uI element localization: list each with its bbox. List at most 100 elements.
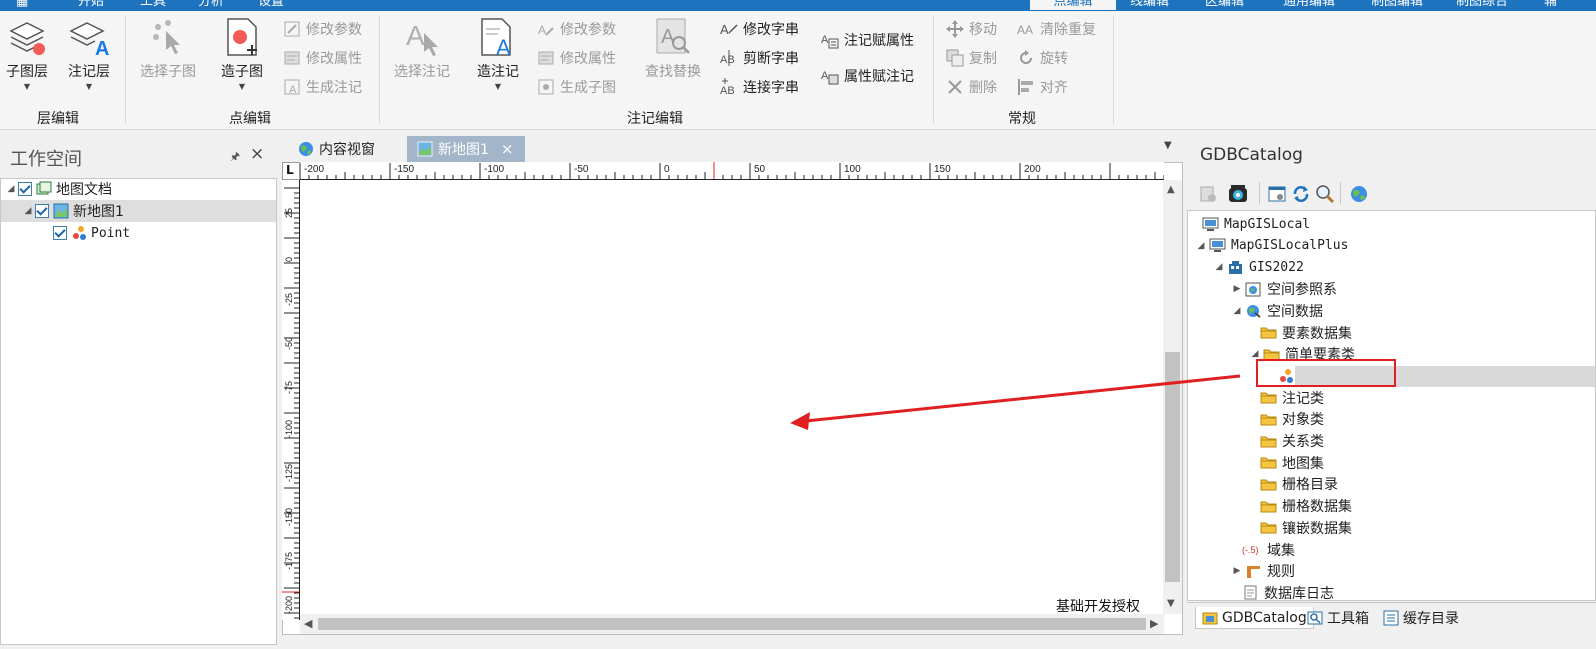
join-string-button[interactable]: AB 连接字串 bbox=[720, 76, 799, 98]
server-icon[interactable] bbox=[1227, 183, 1249, 209]
select-sub-button[interactable]: 选择子图 bbox=[136, 17, 200, 81]
ruler-tick-label: -75 bbox=[284, 381, 294, 394]
new-annotation-icon: A bbox=[481, 18, 511, 57]
checkbox-map-document[interactable] bbox=[18, 182, 32, 196]
tab-close-icon[interactable]: × bbox=[501, 140, 514, 158]
map-view[interactable] bbox=[282, 162, 1183, 635]
gdb-node-database-log[interactable]: 数据库日志 bbox=[1242, 583, 1334, 601]
bottom-tab-gdbcatalog[interactable]: GDBCatalog bbox=[1195, 607, 1314, 629]
gdb-node-annotation-classes[interactable]: 注记类 bbox=[1260, 388, 1324, 408]
collapsed-arrow-icon[interactable]: ▶ bbox=[1232, 284, 1242, 294]
spatial-reference-icon bbox=[1245, 282, 1262, 297]
scroll-right-icon[interactable]: ▶ bbox=[1150, 617, 1158, 630]
checkbox-new-map[interactable] bbox=[35, 204, 49, 218]
database-connect-icon[interactable] bbox=[1198, 184, 1218, 208]
gdb-node-gis2022[interactable]: ◢ GIS2022 bbox=[1214, 257, 1304, 277]
gdb-node-mapgis-local-plus[interactable]: ◢ MapGISLocalPlus bbox=[1196, 236, 1349, 256]
tab-content-view[interactable]: 内容视窗 bbox=[288, 136, 385, 162]
menu-tab-aux[interactable]: 辅 bbox=[1544, 0, 1557, 10]
gdb-node-feature-datasets[interactable]: 要素数据集 bbox=[1260, 323, 1352, 343]
menu-tab-cartography-edit[interactable]: 制图编辑 bbox=[1371, 0, 1423, 10]
gdb-node-spatial-data[interactable]: ◢ 空间数据 bbox=[1232, 301, 1323, 321]
modify-attrs-button-2[interactable]: 修改属性 bbox=[537, 47, 616, 69]
expand-arrow-icon[interactable]: ◢ bbox=[6, 184, 16, 194]
horizontal-scroll-thumb[interactable] bbox=[318, 618, 1146, 630]
gdb-node-rules[interactable]: ▶ 规则 bbox=[1232, 561, 1295, 581]
modify-string-button[interactable]: A 修改字串 bbox=[720, 18, 799, 40]
properties-icon[interactable] bbox=[1267, 184, 1287, 208]
app-menu-icon[interactable]: ▦ bbox=[16, 0, 28, 10]
gdb-node-label: 数据库日志 bbox=[1264, 585, 1334, 601]
tab-new-map[interactable]: 新地图1 × bbox=[407, 136, 525, 162]
gdb-node-domain-sets[interactable]: (-.5) 域集 bbox=[1242, 540, 1295, 560]
modify-params-button-1[interactable]: 修改参数 bbox=[283, 18, 362, 40]
tree-node-point-layer[interactable]: Point bbox=[53, 223, 130, 243]
map-vertical-scrollbar[interactable]: ▲ ▼ bbox=[1163, 180, 1182, 614]
bottom-tab-cache-catalog[interactable]: 缓存目录 bbox=[1383, 607, 1459, 629]
find-replace-button[interactable]: A 查找替换 bbox=[641, 17, 705, 81]
menu-tab-line-edit[interactable]: 线编辑 bbox=[1130, 0, 1169, 10]
bottom-tab-toolbox[interactable]: 工具箱 bbox=[1307, 607, 1369, 629]
layers-icon bbox=[9, 22, 45, 55]
expanded-arrow-icon[interactable]: ◢ bbox=[1232, 306, 1242, 316]
annotation-to-attr-icon: A bbox=[821, 31, 839, 49]
workspace-close-icon[interactable]: × bbox=[250, 144, 264, 164]
map-horizontal-scrollbar[interactable]: ◀ ▶ bbox=[300, 614, 1164, 634]
menu-tab-tools[interactable]: 工具 bbox=[140, 0, 166, 10]
annotation-to-attr-button[interactable]: A 注记赋属性 bbox=[821, 29, 914, 51]
menu-tab-general-edit[interactable]: 通用编辑 bbox=[1283, 0, 1335, 10]
create-annotation-button[interactable]: A 造注记 ▼ bbox=[473, 17, 523, 91]
scroll-down-icon[interactable]: ▼ bbox=[1167, 598, 1175, 609]
menu-tab-area-edit[interactable]: 区编辑 bbox=[1205, 0, 1244, 10]
refresh-icon[interactable] bbox=[1291, 184, 1311, 208]
gdb-node-spatial-reference[interactable]: ▶ 空间参照系 bbox=[1232, 279, 1337, 299]
create-sub-button[interactable]: 造子图 ▼ bbox=[216, 17, 268, 91]
globe-icon[interactable] bbox=[1349, 184, 1369, 208]
gdb-node-raster-datasets[interactable]: 栅格数据集 bbox=[1260, 496, 1352, 516]
pin-icon[interactable]: 🖈 bbox=[230, 148, 240, 167]
expanded-arrow-icon[interactable]: ◢ bbox=[1250, 349, 1260, 359]
sub-layer-button[interactable]: 子图层 ▼ bbox=[4, 17, 50, 91]
gdb-node-mapgis-local[interactable]: MapGISLocal bbox=[1202, 214, 1310, 234]
gdb-node-raster-catalogs[interactable]: 栅格目录 bbox=[1260, 474, 1338, 494]
align-button[interactable]: 对齐 bbox=[1017, 76, 1068, 98]
modify-attrs-button-1[interactable]: 修改属性 bbox=[283, 47, 362, 69]
gen-annotation-button[interactable]: A 生成注记 bbox=[283, 76, 362, 98]
menu-tab-start[interactable]: 开始 bbox=[78, 0, 104, 10]
move-button[interactable]: 移动 bbox=[946, 18, 997, 40]
tree-node-map-document[interactable]: ◢ 地图文档 bbox=[6, 179, 112, 199]
annotation-layer-button[interactable]: A 注记层 ▼ bbox=[64, 17, 114, 91]
rotate-button[interactable]: 旋转 bbox=[1017, 47, 1068, 69]
search-icon[interactable] bbox=[1315, 184, 1335, 208]
select-annotation-button[interactable]: A 选择注记 bbox=[390, 17, 454, 81]
expanded-arrow-icon[interactable]: ◢ bbox=[1214, 262, 1224, 272]
checkbox-point-layer[interactable] bbox=[53, 226, 67, 240]
gdb-node-map-sets[interactable]: 地图集 bbox=[1260, 453, 1324, 473]
expand-arrow-icon[interactable]: ◢ bbox=[23, 206, 33, 216]
cut-string-button[interactable]: AB 剪断字串 bbox=[720, 47, 799, 69]
clear-duplicates-button[interactable]: AA 清除重复 bbox=[1017, 18, 1096, 40]
attr-to-annotation-button[interactable]: A 属性赋注记 bbox=[821, 65, 914, 87]
scroll-left-icon[interactable]: ◀ bbox=[304, 617, 312, 630]
move-icon bbox=[946, 20, 964, 38]
ruler-tick-label: -200 bbox=[284, 596, 294, 614]
tab-list-dropdown-icon[interactable]: ▼ bbox=[1164, 140, 1172, 151]
menu-tab-cartography-generalize[interactable]: 制图综合 bbox=[1456, 0, 1508, 10]
gdb-node-object-classes[interactable]: 对象类 bbox=[1260, 409, 1324, 429]
modify-params-button-2[interactable]: A 修改参数 bbox=[537, 18, 616, 40]
tree-node-new-map[interactable]: ◢ 新地图1 bbox=[23, 201, 124, 221]
vertical-scroll-thumb[interactable] bbox=[1165, 352, 1180, 582]
gen-sub-button[interactable]: 生成子图 bbox=[537, 76, 616, 98]
expanded-arrow-icon[interactable]: ◢ bbox=[1196, 241, 1206, 251]
gdb-node-relation-classes[interactable]: 关系类 bbox=[1260, 431, 1324, 451]
menu-tab-analysis[interactable]: 分析 bbox=[198, 0, 224, 10]
menu-tab-point-edit[interactable]: 点编辑 bbox=[1030, 0, 1116, 10]
scroll-up-icon[interactable]: ▲ bbox=[1167, 184, 1175, 195]
join-string-icon: AB bbox=[720, 78, 738, 97]
gdb-node-mosaic-datasets[interactable]: 镶嵌数据集 bbox=[1260, 518, 1352, 538]
collapsed-arrow-icon[interactable]: ▶ bbox=[1232, 566, 1242, 576]
menu-tab-settings[interactable]: 设置 bbox=[258, 0, 284, 10]
group-label-layer-edit: 层编辑 bbox=[37, 111, 79, 127]
copy-button[interactable]: 复制 bbox=[946, 47, 997, 69]
delete-button[interactable]: 删除 bbox=[946, 76, 997, 98]
